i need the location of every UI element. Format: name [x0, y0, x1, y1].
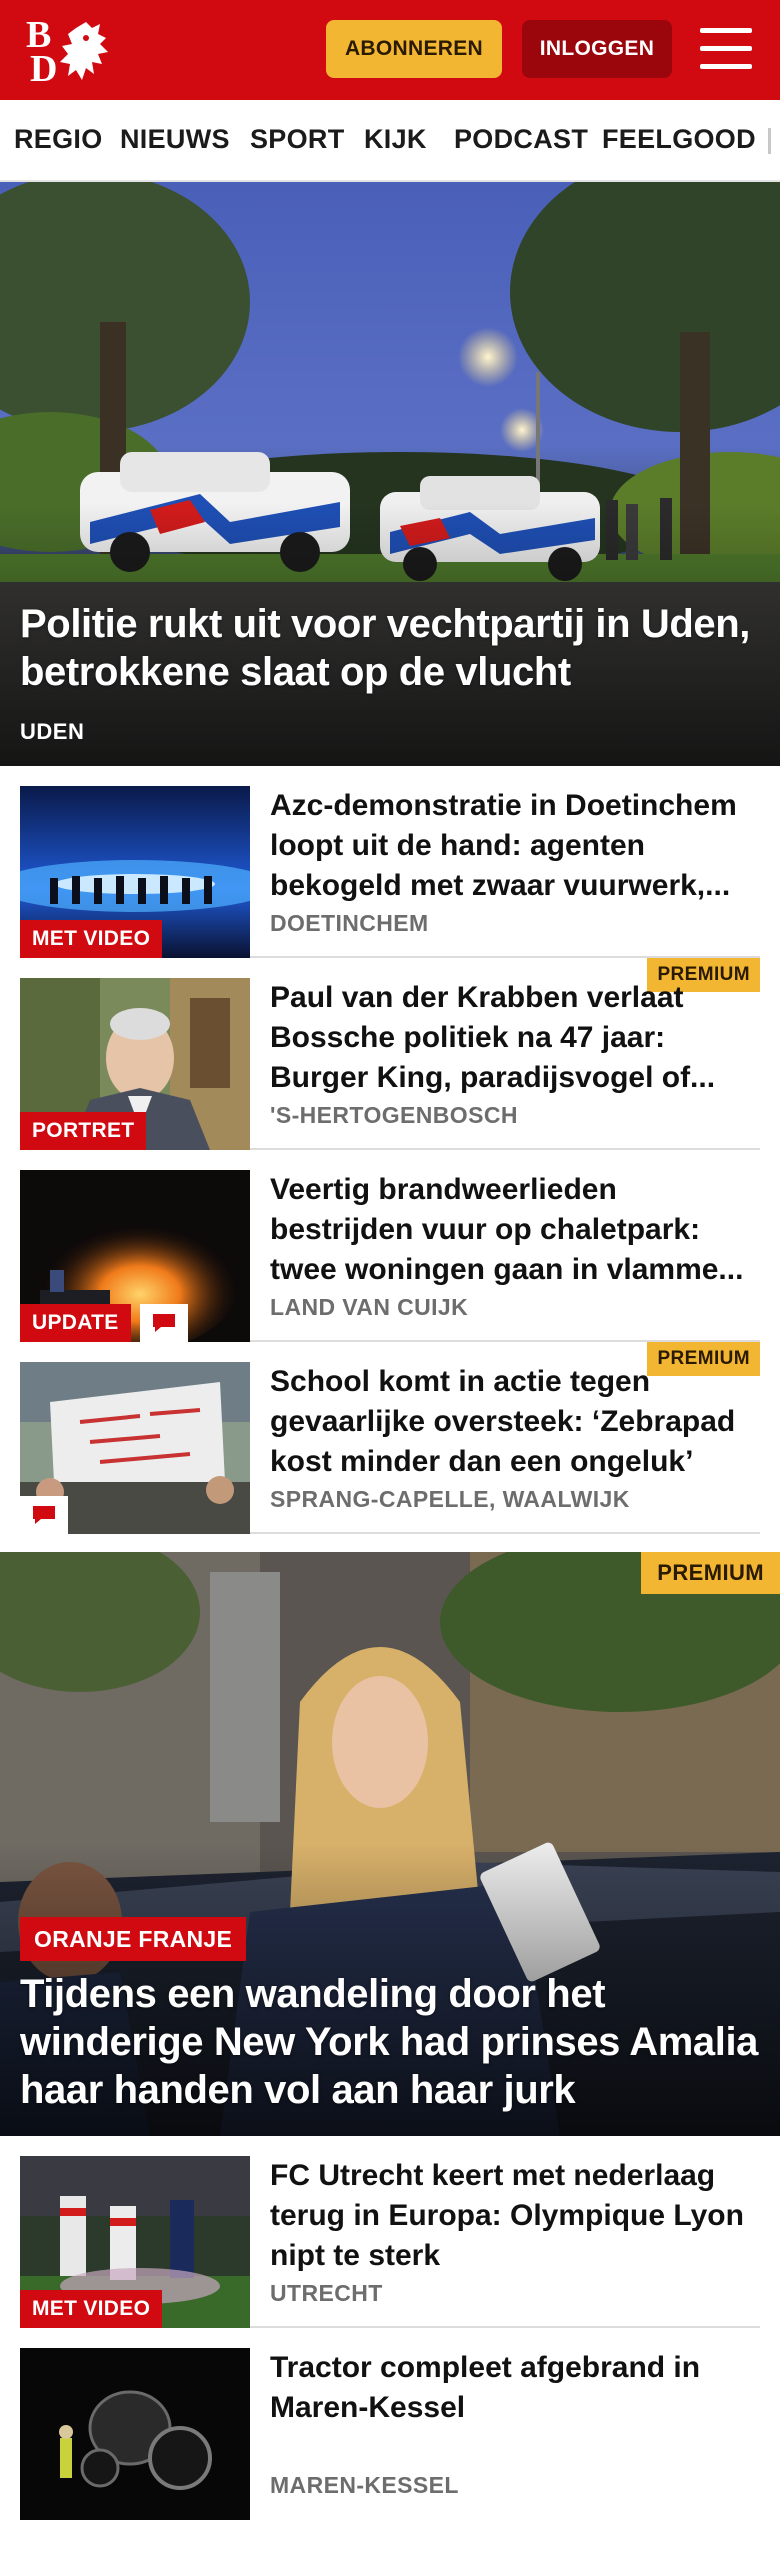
article-location: 'S-HERTOGENBOSCH [270, 1102, 518, 1128]
comment-icon [33, 1506, 55, 1524]
bd-logo[interactable]: B D [26, 16, 116, 90]
article-item[interactable]: MET VIDEO FC Utrecht keert met nederlaag… [20, 2136, 760, 2328]
article-item[interactable]: UPDATE Veertig brandweerlieden bestrijde… [20, 1150, 760, 1342]
nav-item-kijk[interactable]: KIJK [364, 124, 427, 155]
comment-icon [153, 1314, 175, 1332]
nav-item-podcast[interactable]: PODCAST [454, 124, 588, 155]
nav-item-regio[interactable]: REGIO [14, 124, 103, 155]
article-title[interactable]: School komt in actie tegen gevaarlijke o… [270, 1362, 760, 1482]
article-title[interactable]: Veertig brandweerlieden bestrijden vuur … [270, 1170, 760, 1290]
nav-item-nieuws[interactable]: NIEUWS [120, 124, 230, 155]
article-label: PORTRET [20, 1112, 147, 1150]
article-item[interactable]: MET VIDEO Azc-demonstratie in Doetinchem… [20, 766, 760, 958]
nav-item-feelgood[interactable]: FEELGOOD [602, 124, 756, 155]
premium-badge: PREMIUM [641, 1552, 780, 1594]
article-thumbnail [20, 2348, 250, 2520]
article-label: MET VIDEO [20, 920, 163, 958]
article-title[interactable]: Paul van der Krabben verlaat Bossche pol… [270, 978, 760, 1098]
article-title[interactable]: Tractor compleet afgebrand in Maren-Kess… [270, 2348, 760, 2428]
article-label: MET VIDEO [20, 2290, 163, 2328]
login-button[interactable]: INLOGGEN [522, 20, 672, 78]
nav-overflow-divider [768, 128, 771, 154]
section-nav: REGIO NIEUWS SPORT KIJK PODCAST FEELGOOD [0, 100, 780, 182]
article-location: LAND VAN CUIJK [270, 1294, 469, 1320]
feature-label: ORANJE FRANJE [20, 1917, 247, 1961]
article-label: UPDATE [20, 1304, 131, 1342]
nav-item-sport[interactable]: SPORT [250, 124, 345, 155]
article-location: MAREN-KESSEL [270, 2472, 459, 2498]
comment-badge [140, 1304, 188, 1342]
article-item[interactable]: Tractor compleet afgebrand in Maren-Kess… [20, 2328, 760, 2560]
lion-icon [60, 22, 108, 80]
article-title[interactable]: Azc-demonstratie in Doetinchem loopt uit… [270, 786, 760, 906]
hero-article[interactable]: Politie rukt uit voor vechtpartij in Ude… [0, 182, 780, 766]
article-location: SPRANG-CAPELLE, WAALWIJK [270, 1486, 630, 1512]
feature-article[interactable]: PREMIUM ORANJE FRANJE Tijdens een wandel… [0, 1552, 780, 2136]
feature-title[interactable]: Tijdens een wandeling door het winderige… [20, 1970, 770, 2114]
article-item[interactable]: PREMIUM School komt in actie tegen gevaa… [20, 1342, 760, 1534]
article-item[interactable]: PREMIUM PORTRET Paul van der Krabben ver… [20, 958, 760, 1150]
top-header: B D ABONNEREN INLOGGEN [0, 0, 780, 100]
menu-icon[interactable] [700, 26, 752, 72]
hero-location: UDEN [20, 719, 85, 744]
article-title[interactable]: FC Utrecht keert met nederlaag terug in … [270, 2156, 760, 2276]
logo-letter-d: D [30, 48, 58, 90]
hero-title[interactable]: Politie rukt uit voor vechtpartij in Ude… [20, 600, 760, 696]
comment-badge [20, 1496, 68, 1534]
article-location: DOETINCHEM [270, 910, 429, 936]
article-location: UTRECHT [270, 2280, 383, 2306]
subscribe-button[interactable]: ABONNEREN [326, 20, 502, 78]
